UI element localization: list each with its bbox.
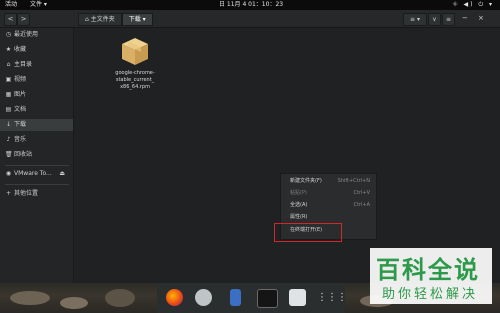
watermark-title: 百科全说	[376, 256, 480, 284]
disc-icon: ◉	[5, 170, 12, 177]
sidebar-item-home[interactable]: ⌂ 主目录	[0, 59, 73, 71]
minimize-button[interactable]: −	[462, 13, 468, 24]
sidebar-item-label: 图片	[14, 91, 27, 98]
menu-item-new-folder[interactable]: 新建文件夹(F) Shift+Ctrl+N	[281, 176, 376, 187]
back-button[interactable]: <	[4, 13, 17, 26]
system-tray[interactable]: ⛗ ◀) ⏻ ▾	[453, 0, 494, 10]
forward-button[interactable]: >	[17, 13, 30, 26]
sidebar-divider	[5, 165, 69, 166]
menu-item-select-all[interactable]: 全选(A) Ctrl+A	[281, 200, 376, 211]
sidebar-item-trash[interactable]: 🗑 回收站	[0, 149, 73, 161]
sidebar-item-label: 文档	[14, 106, 27, 113]
clock[interactable]: 日 11月 4 01：10：23	[219, 0, 283, 10]
sidebar-item-label: 音乐	[14, 136, 27, 143]
plus-icon: +	[5, 190, 12, 197]
firefox-icon[interactable]	[166, 289, 183, 306]
file-view[interactable]: google-chrome- stable_current_ x86_64.rp…	[74, 28, 500, 283]
picture-icon: ▦	[5, 91, 12, 98]
sidebar-item-label: VMware To...	[14, 170, 52, 177]
sidebar-item-label: 主目录	[14, 61, 33, 68]
activities-button[interactable]: 活动	[5, 0, 17, 10]
software-icon[interactable]	[195, 289, 212, 306]
star-icon: ★	[5, 46, 12, 53]
terminal-icon[interactable]	[257, 289, 278, 308]
download-icon: ↓	[5, 121, 12, 128]
breadcrumb-downloads[interactable]: 下载 ▾	[121, 13, 153, 26]
sidebar-item-label: 回收站	[14, 151, 33, 158]
music-icon: ♪	[6, 136, 11, 143]
sidebar-item-label: 下载	[14, 121, 27, 128]
video-icon: ▣	[5, 76, 12, 83]
sidebar-item-label: 其他位置	[14, 190, 39, 197]
package-icon	[122, 38, 148, 65]
app-menu[interactable]: 文件 ▾	[30, 0, 47, 10]
view-options-button[interactable]: ≡ ▾	[403, 13, 427, 26]
sidebar-item-label: 最近使用	[14, 31, 39, 38]
sidebar-item-recent[interactable]: ◷ 最近使用	[0, 29, 73, 41]
home-icon: ⌂	[6, 61, 11, 68]
menu-button[interactable]: ≡	[442, 13, 455, 26]
sidebar-item-documents[interactable]: ▤ 文档	[0, 104, 73, 116]
eject-icon[interactable]: ⏏	[59, 168, 65, 180]
sidebar-item-label: 视频	[14, 76, 27, 83]
sidebar-item-starred[interactable]: ★ 收藏	[0, 44, 73, 56]
clock-icon: ◷	[5, 31, 12, 38]
highlight-box	[274, 223, 342, 242]
sort-button[interactable]: ∨	[428, 13, 441, 26]
watermark-logo: 百科全说 助你轻松解决	[370, 248, 492, 304]
screenshot-icon[interactable]	[289, 289, 306, 306]
sidebar-item-downloads[interactable]: ↓ 下载	[0, 119, 73, 131]
show-apps-icon[interactable]: ⋮⋮⋮	[317, 289, 347, 306]
sidebar-item-videos[interactable]: ▣ 视频	[0, 74, 73, 86]
sidebar-item-pictures[interactable]: ▦ 图片	[0, 89, 73, 101]
sidebar-item-other-locations[interactable]: + 其他位置	[0, 188, 73, 200]
file-name: google-chrome- stable_current_ x86_64.rp…	[115, 70, 155, 90]
files-icon[interactable]	[230, 289, 241, 306]
sidebar-divider	[5, 184, 69, 185]
gnome-top-bar: 活动 文件 ▾ 日 11月 4 01：10：23 ⛗ ◀) ⏻ ▾	[0, 0, 500, 10]
breadcrumb: ⌂ 主文件夹 下载 ▾	[78, 13, 153, 26]
file-item[interactable]: google-chrome- stable_current_ x86_64.rp…	[104, 34, 166, 91]
file-manager-window: < > ⌂ 主文件夹 下载 ▾ ≡ ▾ ∨ ≡ − × ◷ 最近使用 ★ 收藏 ⌂…	[0, 10, 500, 283]
watermark-subtitle: 助你轻松解决	[382, 287, 479, 302]
close-button[interactable]: ×	[478, 13, 484, 24]
sidebar-item-label: 收藏	[14, 46, 27, 53]
breadcrumb-home[interactable]: ⌂ 主文件夹	[78, 13, 122, 26]
dock: ⋮⋮⋮	[157, 283, 347, 313]
header-bar: < > ⌂ 主文件夹 下载 ▾ ≡ ▾ ∨ ≡ − ×	[0, 10, 500, 28]
sidebar-item-vmware-tools[interactable]: ◉ VMware To... ⏏	[0, 168, 73, 180]
menu-item-properties[interactable]: 属性(R)	[281, 212, 376, 223]
menu-item-paste[interactable]: 粘贴(P) Ctrl+V	[281, 188, 376, 199]
document-icon: ▤	[5, 106, 12, 113]
sidebar-item-music[interactable]: ♪ 音乐	[0, 134, 73, 146]
trash-icon: 🗑	[5, 151, 13, 158]
sidebar: ◷ 最近使用 ★ 收藏 ⌂ 主目录 ▣ 视频 ▦ 图片 ▤ 文档 ↓ 下载 ♪	[0, 28, 74, 283]
